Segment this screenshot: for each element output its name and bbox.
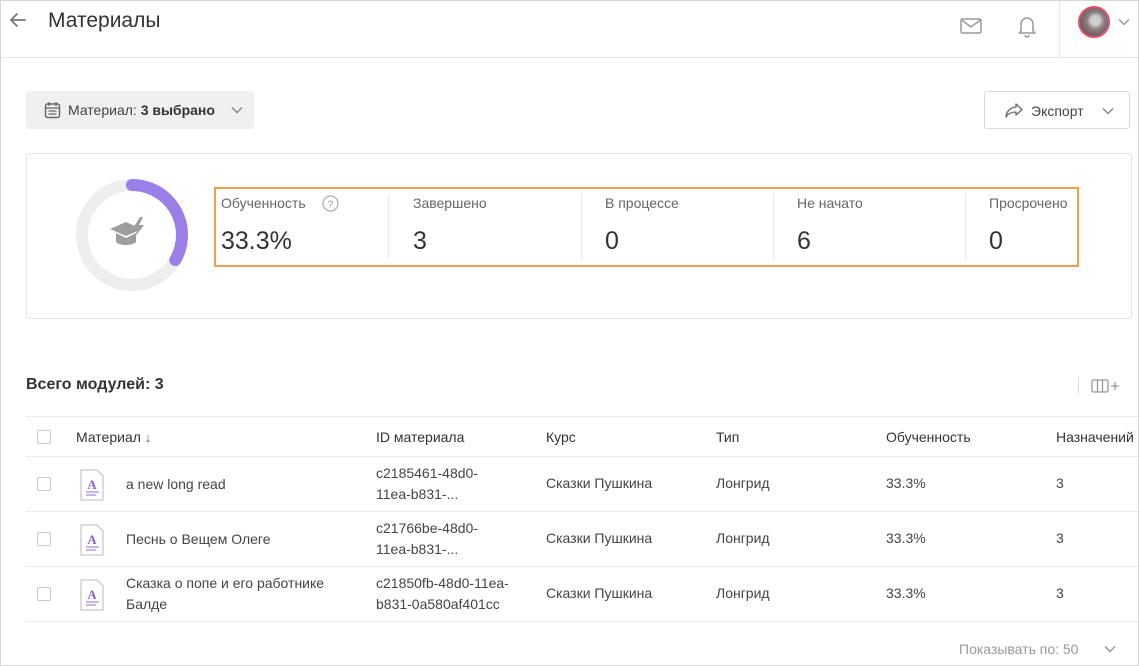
material-id-line: 11ea-b831-... [376, 486, 459, 502]
stat-divider [388, 195, 389, 259]
column-header-progress[interactable]: Обученность [886, 427, 971, 447]
material-progress: 33.3% [886, 475, 926, 491]
material-id-line: 11ea-b831-... [376, 541, 459, 557]
export-button[interactable]: Экспорт [984, 91, 1130, 129]
chevron-down-icon[interactable] [1104, 645, 1116, 653]
stat-progress: Обученность ? 33.3% [216, 189, 389, 265]
svg-text:A: A [87, 587, 97, 602]
stat-value: 33.3% [221, 227, 292, 255]
page-size-selector[interactable]: Показывать по: 50 [959, 641, 1078, 657]
stats-panel: Обученность ? 33.3% Завершено 3 В процес… [214, 187, 1079, 267]
column-header-id[interactable]: ID материала [376, 427, 464, 447]
chevron-down-icon[interactable] [1118, 18, 1130, 26]
stat-overdue: Просрочено 0 [984, 189, 1077, 265]
stat-value: 0 [605, 227, 619, 255]
longread-document-icon: A [80, 524, 104, 556]
material-name[interactable]: Песнь о Вещем Олеге [126, 529, 271, 549]
material-assignments: 3 [1056, 585, 1064, 601]
course-name: Сказки Пушкина [546, 530, 653, 546]
stat-in-progress: В процессе 0 [600, 189, 774, 265]
top-bar: Материалы [1, 1, 1138, 58]
avatar[interactable] [1078, 6, 1110, 38]
material-id-line: c21766be-48d0- [376, 520, 478, 536]
material-progress: 33.3% [886, 585, 926, 601]
material-filter-button[interactable]: Материал: 3 выбрано [26, 91, 254, 129]
summary-card: Обученность ? 33.3% Завершено 3 В процес… [26, 153, 1132, 319]
stat-value: 6 [797, 227, 811, 255]
longread-document-icon: A [80, 469, 104, 501]
course-name: Сказки Пушкина [546, 585, 653, 601]
column-header-type[interactable]: Тип [716, 427, 739, 447]
material-name[interactable]: a new long read [126, 474, 226, 494]
material-id-line: c21850fb-48d0-11ea- [376, 575, 509, 591]
chevron-down-icon [1102, 107, 1114, 115]
help-icon[interactable]: ? [322, 195, 339, 212]
stat-value: 0 [989, 227, 1003, 255]
stat-not-started: Не начато 6 [792, 189, 966, 265]
sort-arrow-icon: ↓ [144, 430, 152, 445]
table-row[interactable]: A Песнь о Вещем Олеге c21766be-48d0- 11e… [26, 512, 1138, 567]
stat-label: Просрочено [989, 195, 1068, 211]
material-progress: 33.3% [886, 530, 926, 546]
progress-ring [76, 179, 188, 291]
row-checkbox[interactable] [37, 587, 51, 601]
column-header-material[interactable]: Материал ↓ [76, 427, 151, 448]
export-label: Экспорт [1031, 103, 1084, 119]
material-type: Лонгрид [716, 585, 770, 601]
column-header-course[interactable]: Курс [546, 427, 576, 447]
svg-text:?: ? [328, 200, 334, 211]
longread-document-icon: A [80, 579, 104, 611]
stat-label: Завершено [413, 195, 487, 211]
table-header: Материал ↓ ID материала Курс Тип Обученн… [26, 416, 1138, 457]
stat-label: В процессе [605, 195, 679, 211]
page-title: Материалы [48, 9, 161, 32]
bell-icon[interactable] [1016, 14, 1038, 38]
calendar-icon [44, 102, 61, 119]
stat-completed: Завершено 3 [408, 189, 582, 265]
stat-label: Не начато [797, 195, 863, 211]
column-header-assignments[interactable]: Назначений [1056, 427, 1134, 447]
course-name: Сказки Пушкина [546, 475, 653, 491]
row-checkbox[interactable] [37, 477, 51, 491]
chevron-down-icon [231, 106, 243, 114]
share-icon [1005, 103, 1023, 118]
svg-text:A: A [87, 532, 97, 547]
material-name[interactable]: Сказка о попе и его работнике [126, 573, 324, 593]
select-all-checkbox[interactable] [37, 430, 51, 444]
stat-label: Обученность [221, 195, 306, 211]
material-name-line-2[interactable]: Балде [126, 594, 167, 614]
material-id-line: b831-0a580af401cc [376, 596, 500, 612]
header-divider [1059, 1, 1060, 58]
material-assignments: 3 [1056, 475, 1064, 491]
material-type: Лонгрид [716, 530, 770, 546]
filter-label: Материал: 3 выбрано [68, 102, 215, 118]
material-id-line: c2185461-48d0- [376, 465, 478, 481]
columns-add-icon[interactable] [1090, 377, 1122, 395]
stat-divider [581, 195, 582, 259]
modules-count-title: Всего модулей: 3 [26, 376, 164, 393]
toolbar-divider [1078, 377, 1079, 395]
stat-divider [965, 195, 966, 259]
stat-value: 3 [413, 227, 427, 255]
table-row[interactable]: A Сказка о попе и его работнике Балде c2… [26, 567, 1138, 622]
svg-text:A: A [87, 477, 97, 492]
material-assignments: 3 [1056, 530, 1064, 546]
table-row[interactable]: A a new long read c2185461-48d0- 11ea-b8… [26, 457, 1138, 512]
arrow-left-icon[interactable] [7, 9, 29, 31]
stat-divider [773, 195, 774, 259]
row-checkbox[interactable] [37, 532, 51, 546]
material-type: Лонгрид [716, 475, 770, 491]
graduation-cap-icon [110, 217, 144, 245]
filter-value: 3 выбрано [140, 102, 215, 118]
mail-icon[interactable] [959, 16, 983, 36]
